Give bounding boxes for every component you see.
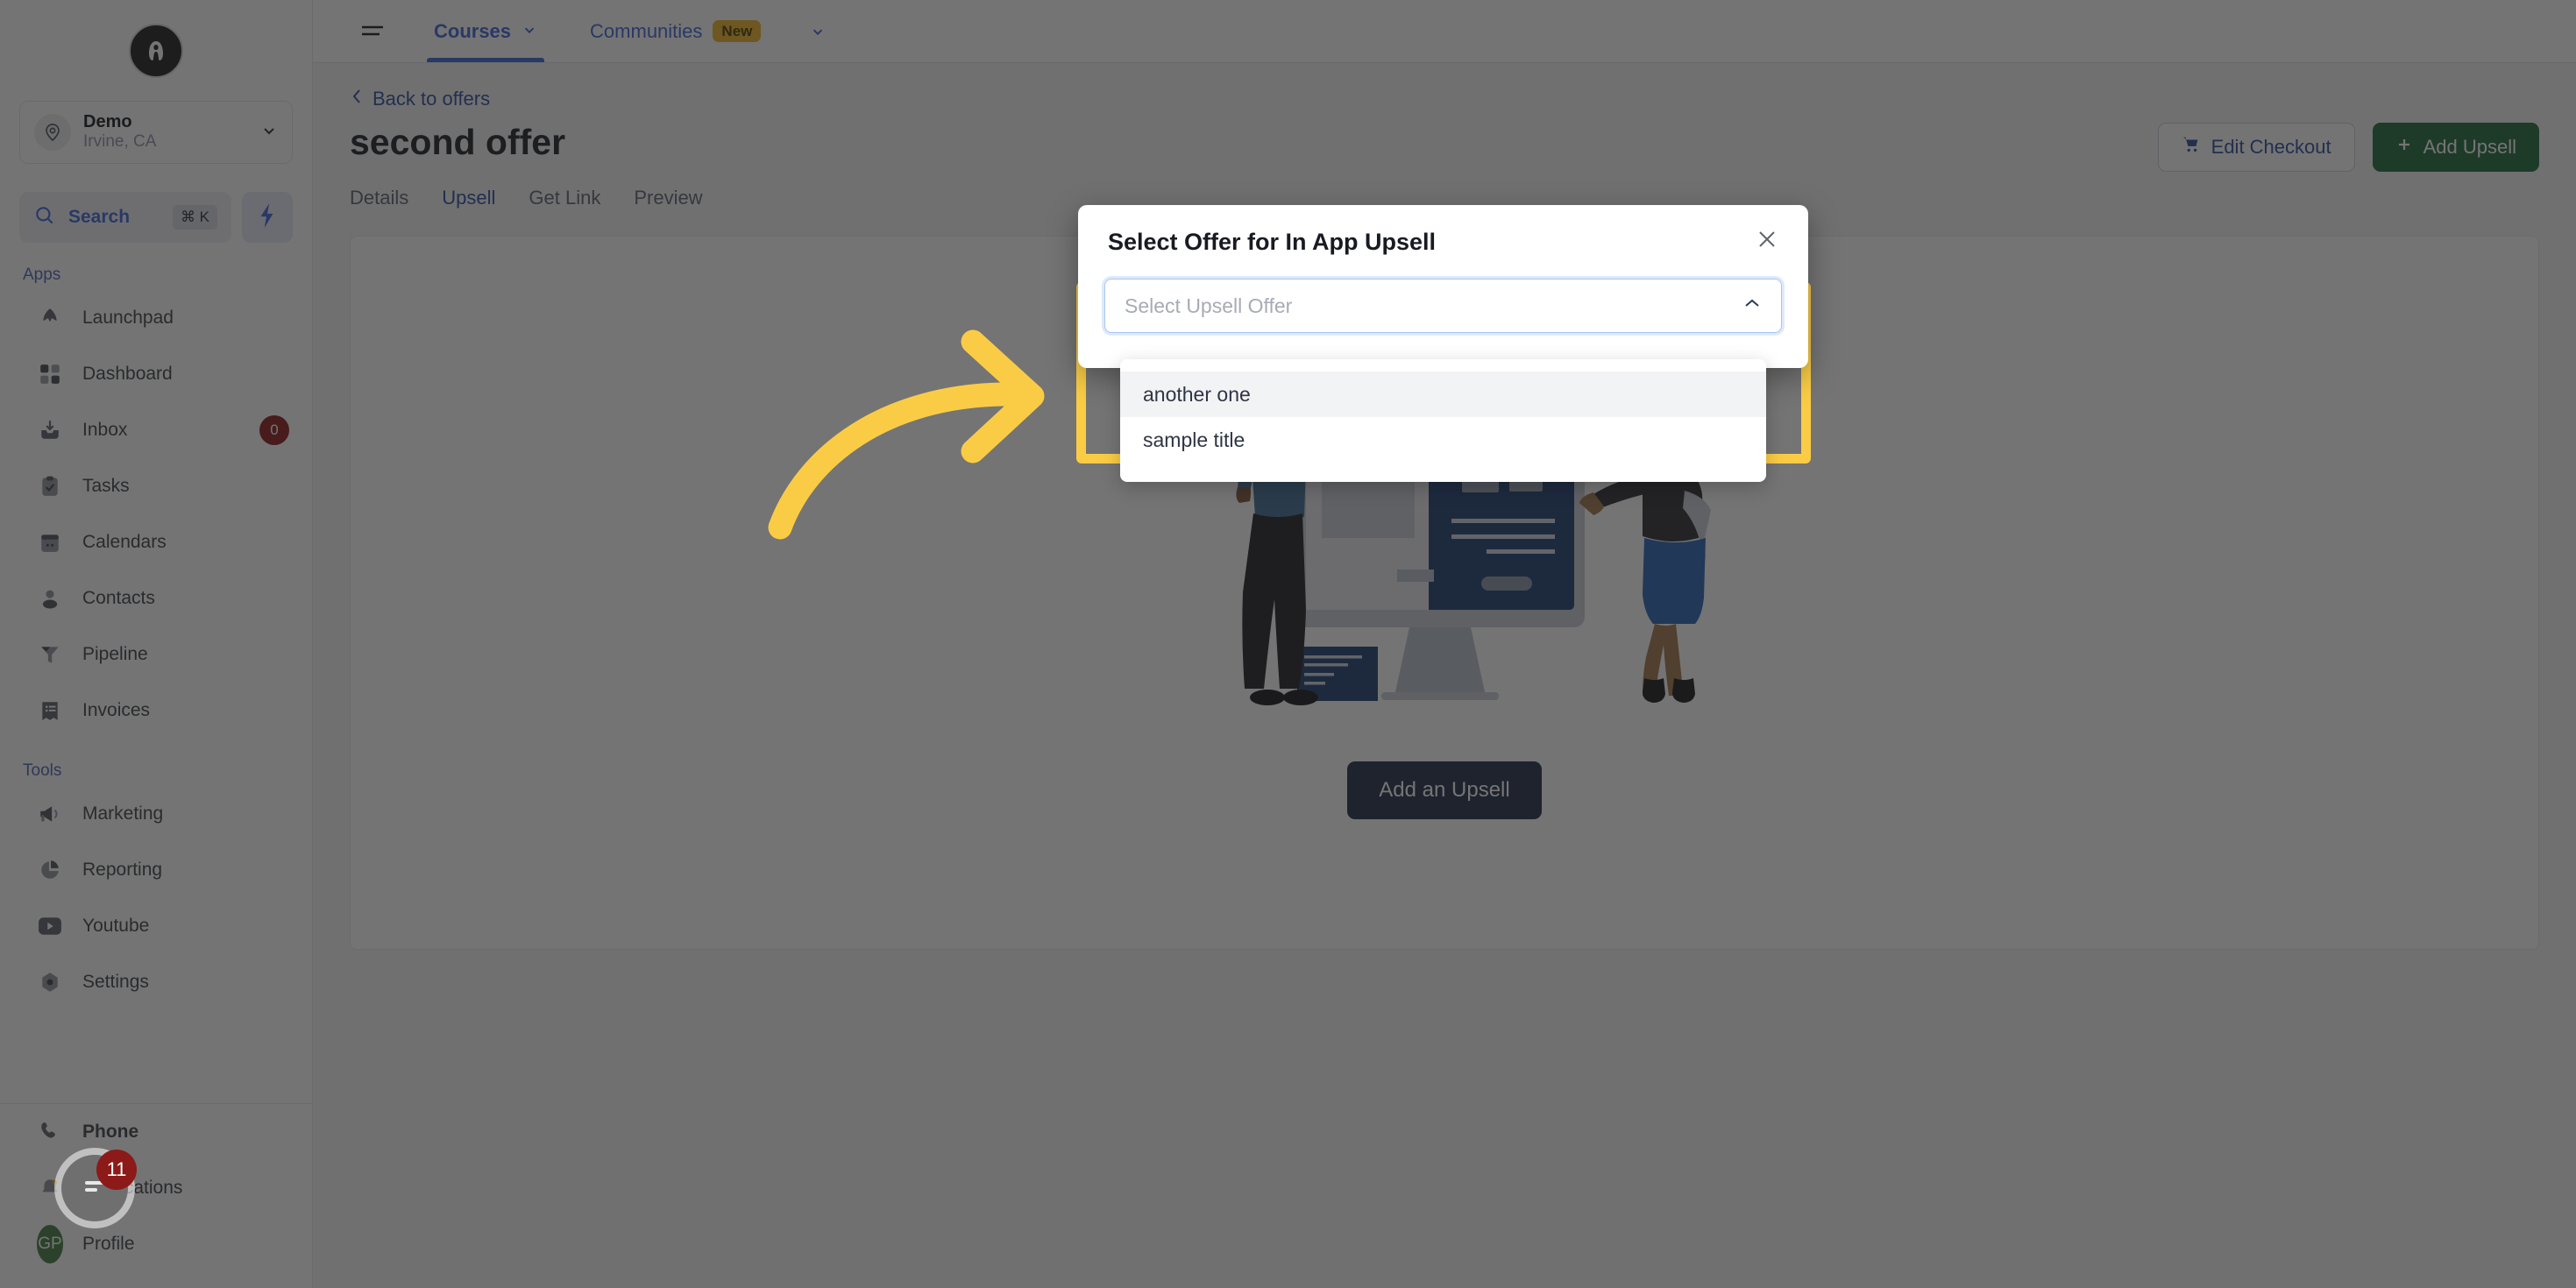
curved-arrow-right-icon [754, 324, 1052, 558]
chevron-up-icon[interactable] [1742, 296, 1762, 315]
upsell-offer-dropdown-menu: another one sample title [1120, 359, 1766, 482]
dropdown-option-sample-title[interactable]: sample title [1120, 417, 1766, 463]
modal-backdrop[interactable] [0, 0, 2576, 1288]
upsell-offer-select[interactable]: Select Upsell Offer [1104, 279, 1782, 333]
chat-unread-badge: 11 [96, 1150, 137, 1190]
dropdown-option-another-one[interactable]: another one [1120, 372, 1766, 417]
close-x-icon[interactable] [1756, 228, 1778, 256]
modal-body: Select Upsell Offer another one sample t… [1078, 279, 1808, 482]
chat-widget-button[interactable]: 11 [54, 1148, 137, 1228]
modal-header: Select Offer for In App Upsell [1078, 205, 1808, 279]
select-placeholder: Select Upsell Offer [1125, 294, 1293, 317]
select-offer-modal: Select Offer for In App Upsell Select Up… [1078, 205, 1808, 482]
screen-root: Demo Irvine, CA Search ⌘ K [0, 0, 2576, 1288]
modal-title: Select Offer for In App Upsell [1108, 228, 1437, 255]
